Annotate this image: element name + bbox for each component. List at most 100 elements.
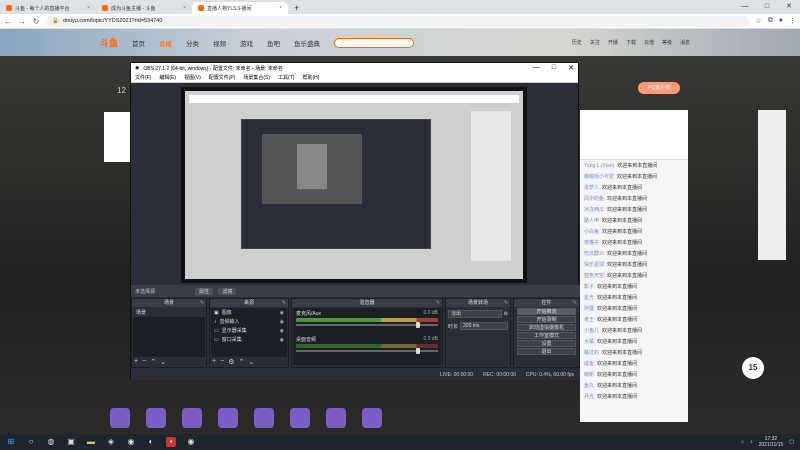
minimize-icon[interactable]: — bbox=[533, 64, 540, 72]
nav-home[interactable]: 首页 bbox=[132, 38, 145, 48]
reload-icon[interactable]: ↻ bbox=[32, 17, 40, 26]
chat-username[interactable]: 萌萌哒小可爱 bbox=[584, 173, 614, 180]
recharge-link[interactable]: 充值 bbox=[644, 39, 654, 46]
chat-username[interactable]: 萌新 bbox=[584, 371, 594, 378]
level-link[interactable]: 等级 bbox=[662, 39, 672, 46]
message-link[interactable]: 消息 bbox=[680, 39, 690, 46]
close-tab-icon[interactable]: × bbox=[87, 5, 90, 11]
level-badge[interactable]: 15 bbox=[742, 357, 764, 379]
dock-settings-icon[interactable]: ✎ bbox=[200, 299, 204, 307]
gift-icon[interactable] bbox=[254, 408, 274, 428]
move-down-icon[interactable]: ⌄ bbox=[160, 358, 166, 366]
douyu-logo[interactable]: 斗鱼 bbox=[100, 36, 118, 49]
source-item[interactable]: ▭ 显示器采集 ◉ bbox=[211, 326, 287, 335]
remove-icon[interactable]: − bbox=[142, 358, 146, 366]
start-recording-button[interactable]: 开始录制 bbox=[517, 316, 576, 323]
chat-username[interactable]: 阿狸 bbox=[584, 305, 594, 312]
chat-username[interactable]: 快乐星球 bbox=[584, 261, 604, 268]
properties-button[interactable]: 属性 bbox=[195, 287, 214, 295]
close-tab-icon[interactable]: × bbox=[183, 5, 186, 11]
visibility-eye-icon[interactable]: ◉ bbox=[280, 310, 284, 316]
app-icon[interactable]: ▣ bbox=[66, 437, 76, 447]
nav-video[interactable]: 视频 bbox=[213, 38, 226, 48]
gear-icon[interactable]: ⚙ bbox=[228, 358, 234, 366]
menu-edit[interactable]: 编辑(E) bbox=[159, 74, 176, 81]
maximize-icon[interactable]: □ bbox=[552, 64, 556, 72]
gift-icon[interactable] bbox=[110, 408, 130, 428]
forward-icon[interactable]: → bbox=[18, 17, 26, 26]
move-down-icon[interactable]: ⌄ bbox=[248, 358, 254, 366]
menu-view[interactable]: 视图(V) bbox=[184, 74, 201, 81]
move-up-icon[interactable]: ⌃ bbox=[150, 358, 156, 366]
start-streaming-button[interactable]: 开始推流 bbox=[517, 308, 576, 315]
visibility-eye-icon[interactable]: ◉ bbox=[280, 319, 284, 325]
settings-button[interactable]: 设置 bbox=[517, 340, 576, 347]
volume-icon[interactable]: ♪ bbox=[750, 439, 753, 445]
dock-settings-icon[interactable]: ✎ bbox=[436, 299, 440, 307]
menu-scene-collection[interactable]: 场景集合(S) bbox=[243, 74, 270, 81]
chat-username[interactable]: 咸鱼 bbox=[584, 360, 594, 367]
url-field[interactable]: 🔒 douyu.com/topic/YYDS2021?rid=534740 bbox=[46, 15, 750, 27]
chat-username[interactable]: 月光 bbox=[584, 393, 594, 400]
start-windows-icon[interactable]: ⊞ bbox=[6, 437, 16, 447]
chat-username[interactable]: 路过的 bbox=[584, 349, 599, 356]
download-link[interactable]: 下载 bbox=[626, 39, 636, 46]
close-tab-icon[interactable]: × bbox=[279, 5, 282, 11]
minimize-icon[interactable]: — bbox=[734, 0, 756, 14]
chat-username[interactable]: 风中的鱼 bbox=[584, 195, 604, 202]
start-virtual-camera-button[interactable]: 启动虚拟摄像机 bbox=[517, 324, 576, 331]
chat-username[interactable]: 老王 bbox=[584, 316, 594, 323]
source-item[interactable]: ▣ 图像 ◉ bbox=[211, 308, 287, 317]
chat-username[interactable]: 星光 bbox=[584, 294, 594, 301]
browser-tab-2[interactable]: 直播人物YLS斗播间 × bbox=[192, 2, 288, 14]
nav-fishbar[interactable]: 鱼吧 bbox=[267, 38, 280, 48]
dock-settings-icon[interactable]: ✎ bbox=[573, 299, 577, 307]
obs-preview-canvas[interactable] bbox=[181, 87, 527, 283]
maximize-icon[interactable]: □ bbox=[756, 0, 778, 14]
chat-username[interactable]: 吃瓜群众 bbox=[584, 250, 604, 257]
menu-icon[interactable]: ⋮ bbox=[789, 17, 796, 25]
menu-file[interactable]: 文件(F) bbox=[135, 74, 151, 81]
menu-tools[interactable]: 工具(T) bbox=[278, 74, 294, 81]
menu-profile[interactable]: 配置文件(P) bbox=[209, 74, 236, 81]
back-icon[interactable]: ← bbox=[4, 17, 12, 26]
follow-link[interactable]: 关注 bbox=[590, 39, 600, 46]
chrome-icon[interactable]: ◍ bbox=[46, 437, 56, 447]
extensions-icon[interactable]: ⧉ bbox=[768, 17, 773, 25]
browser-tab-1[interactable]: 成为斗鱼主播 - 斗鱼 × bbox=[96, 2, 192, 14]
chat-username[interactable]: 大橘 bbox=[584, 338, 594, 345]
chat-username[interactable]: 影子 bbox=[584, 283, 594, 290]
add-icon[interactable]: + bbox=[212, 358, 216, 366]
nav-live[interactable]: 直播 bbox=[159, 38, 172, 48]
close-icon[interactable]: ✕ bbox=[568, 64, 574, 72]
source-item[interactable]: ♪ 音频输入 ◉ bbox=[211, 317, 287, 326]
menu-help[interactable]: 帮助(H) bbox=[302, 74, 319, 81]
obs-taskbar-icon[interactable]: ◉ bbox=[186, 437, 196, 447]
volume-slider[interactable] bbox=[296, 348, 438, 354]
nav-category[interactable]: 分类 bbox=[186, 38, 199, 48]
browser-tab-0[interactable]: 斗鱼 - 每个人的直播平台 × bbox=[0, 2, 96, 14]
transition-type-select[interactable]: 淡出 bbox=[448, 310, 502, 318]
bookmark-star-icon[interactable]: ☆ bbox=[755, 17, 761, 25]
visibility-eye-icon[interactable]: ◉ bbox=[280, 337, 284, 343]
scene-item[interactable]: 场景 bbox=[133, 308, 205, 317]
nav-games[interactable]: 游戏 bbox=[240, 38, 253, 48]
chat-username[interactable]: 路人甲 bbox=[584, 217, 599, 224]
app-icon[interactable]: ◈ bbox=[106, 437, 116, 447]
steam-icon[interactable]: ◐ bbox=[146, 437, 156, 447]
broadcast-link[interactable]: 开播 bbox=[608, 39, 618, 46]
new-tab-icon[interactable]: + bbox=[288, 2, 305, 14]
chat-username[interactable]: 小白兔 bbox=[584, 228, 599, 235]
source-item[interactable]: ▭ 窗口采集 ◉ bbox=[211, 335, 287, 344]
app-icon[interactable]: ▪ bbox=[166, 437, 176, 447]
dock-settings-icon[interactable]: ✎ bbox=[504, 299, 508, 307]
chat-username[interactable]: 鱼丸 bbox=[584, 382, 594, 389]
chat-username[interactable]: 追梦人 bbox=[584, 184, 599, 191]
file-explorer-icon[interactable]: ▬ bbox=[86, 437, 96, 447]
pc-client-button[interactable]: PC客户端 bbox=[638, 82, 680, 94]
network-icon[interactable]: ⌂ bbox=[741, 439, 744, 445]
gift-icon[interactable] bbox=[326, 408, 346, 428]
gift-icon[interactable] bbox=[362, 408, 382, 428]
app-icon[interactable]: ◉ bbox=[126, 437, 136, 447]
gift-icon[interactable] bbox=[218, 408, 238, 428]
